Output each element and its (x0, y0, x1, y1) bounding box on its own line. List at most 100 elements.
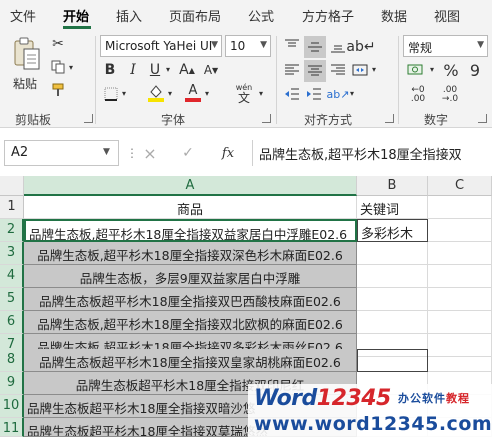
row-header[interactable]: 5 (0, 288, 24, 311)
cell-a8[interactable]: 品牌生态板超平杉木18厘全指接双皇家胡桃麻面E02.6 (24, 349, 357, 372)
enter-icon[interactable]: ✓ (178, 144, 198, 162)
row-header[interactable]: 8 (0, 349, 24, 372)
align-bottom-icon[interactable] (328, 36, 348, 56)
phonetic-dropdown-icon[interactable]: ▾ (257, 88, 265, 98)
font-name-dropdown[interactable]: Microsoft YaHei UI ▼ (100, 35, 222, 57)
cell-a3[interactable]: 品牌生态板,超平杉木18厘全指接双深色杉木麻面E02.6 (24, 242, 357, 265)
merge-center-icon[interactable] (350, 60, 370, 80)
paste-icon[interactable] (10, 36, 44, 72)
phonetic-icon[interactable]: wén 文 (233, 82, 255, 104)
copy-dropdown-icon[interactable]: ▾ (67, 62, 75, 72)
cell-a4[interactable]: 品牌生态板，多层9厘双益家居白中浮雕 (24, 265, 357, 288)
tab-page-layout[interactable]: 页面布局 (169, 6, 221, 25)
increase-indent-icon[interactable] (304, 84, 324, 104)
comma-button[interactable]: 9 (466, 60, 484, 80)
number-group-label: 数字 (424, 113, 449, 127)
accounting-dropdown-icon[interactable]: ▾ (428, 64, 436, 74)
border-icon[interactable] (102, 85, 120, 103)
cell-c1[interactable] (428, 196, 492, 219)
cell-b8[interactable] (357, 349, 428, 372)
grow-font-button[interactable]: A ▲ (178, 61, 196, 79)
number-format-dropdown[interactable]: 常规 ▼ (403, 35, 488, 57)
fill-color-icon[interactable] (146, 83, 166, 103)
select-all-corner[interactable] (0, 176, 24, 196)
orientation-dropdown-icon[interactable]: ▾ (348, 88, 356, 98)
border-dropdown-icon[interactable]: ▾ (120, 88, 128, 98)
accounting-format-icon[interactable] (405, 60, 427, 80)
chevron-down-icon[interactable]: ▼ (103, 147, 110, 157)
align-left-icon[interactable] (282, 60, 302, 80)
tab-file[interactable]: 文件 (10, 6, 36, 25)
font-launcher-icon[interactable] (262, 114, 271, 123)
italic-button[interactable]: I (125, 61, 141, 79)
cell-b6[interactable] (357, 311, 428, 334)
cut-icon[interactable]: ✂ (50, 36, 66, 52)
wrap-text-icon[interactable]: ab↵ (346, 36, 375, 58)
orientation-icon[interactable]: ab↗ (327, 84, 350, 104)
align-right-icon[interactable] (328, 60, 348, 80)
number-launcher-icon[interactable] (478, 114, 487, 123)
align-top-icon[interactable] (282, 36, 302, 56)
decrease-decimal-icon[interactable]: .00 →.0 (437, 85, 463, 105)
cell-b3[interactable] (357, 242, 428, 265)
cell-a5[interactable]: 品牌生态板超平杉木18厘全指接双巴西酸枝麻面E02.6 (24, 288, 357, 311)
tab-home[interactable]: 开始 (63, 6, 89, 25)
row-header[interactable]: 9 (0, 372, 24, 395)
fill-dropdown-icon[interactable]: ▾ (166, 88, 174, 98)
align-middle-icon[interactable] (304, 36, 326, 58)
underline-button[interactable]: U (147, 61, 163, 79)
cancel-icon[interactable]: × (140, 144, 160, 163)
cell-c2[interactable] (428, 219, 492, 242)
cell-a6[interactable]: 品牌生态板,超平杉木18厘全指接双北欧枫的麻面E02.6 (24, 311, 357, 334)
cell-b1[interactable]: 关键词 (357, 196, 428, 219)
chevron-down-icon: ▼ (260, 40, 267, 50)
formula-bar-grip-icon[interactable]: ⋮ (126, 146, 138, 160)
watermark-url: www.word12345.com (254, 413, 492, 435)
row-header[interactable]: 6 (0, 311, 24, 334)
cell-c4[interactable] (428, 265, 492, 288)
cell-a2[interactable]: 品牌生态板,超平杉木18厘全指接双益家居白中浮雕E02.6 (24, 219, 357, 242)
cell-a1[interactable]: 商品 (24, 196, 357, 219)
shrink-font-button[interactable]: A ▼ (202, 61, 220, 79)
font-color-swatch (185, 98, 201, 102)
font-color-icon[interactable]: A (183, 83, 203, 103)
clipboard-launcher-icon[interactable] (84, 114, 93, 123)
column-header-b[interactable]: B (357, 176, 428, 196)
cell-c3[interactable] (428, 242, 492, 265)
row-header[interactable]: 1 (0, 196, 24, 219)
cell-c8[interactable] (428, 349, 492, 372)
cell-c6[interactable] (428, 311, 492, 334)
copy-icon[interactable] (50, 59, 66, 75)
merge-dropdown-icon[interactable]: ▾ (370, 64, 378, 74)
tab-view[interactable]: 视图 (434, 6, 460, 25)
format-painter-icon[interactable] (50, 82, 66, 98)
underline-dropdown-icon[interactable]: ▾ (164, 64, 172, 74)
tab-data[interactable]: 数据 (381, 6, 407, 25)
row-header[interactable]: 2 (0, 219, 24, 242)
column-header-a[interactable]: A (24, 176, 357, 196)
tab-formulas[interactable]: 公式 (248, 6, 274, 25)
tab-fangfang[interactable]: 方方格子 (302, 6, 354, 25)
percent-button[interactable]: % (442, 60, 460, 80)
row-header[interactable]: 4 (0, 265, 24, 288)
font-color-dropdown-icon[interactable]: ▾ (203, 88, 211, 98)
font-size-dropdown[interactable]: 10 ▼ (225, 35, 271, 57)
align-center-icon[interactable] (304, 60, 326, 82)
bold-button[interactable]: B (102, 61, 118, 79)
insert-function-icon[interactable]: fx (216, 144, 240, 162)
row-header[interactable]: 11 (0, 418, 24, 437)
paste-button[interactable]: 粘贴 (13, 75, 37, 92)
tab-insert[interactable]: 插入 (116, 6, 142, 25)
row-header[interactable]: 3 (0, 242, 24, 265)
cell-b4[interactable] (357, 265, 428, 288)
name-box[interactable]: A2 (4, 140, 119, 166)
increase-decimal-icon[interactable]: ←0.00 (405, 85, 431, 105)
alignment-launcher-icon[interactable] (385, 114, 394, 123)
cell-c5[interactable] (428, 288, 492, 311)
column-header-c[interactable]: C (428, 176, 492, 196)
cell-b5[interactable] (357, 288, 428, 311)
formula-input[interactable]: 品牌生态板,超平杉木18厘全指接双 (252, 140, 492, 166)
decrease-indent-icon[interactable] (282, 84, 302, 104)
row-header[interactable]: 10 (0, 395, 24, 418)
cell-b2[interactable]: 多彩杉木 (357, 219, 428, 242)
